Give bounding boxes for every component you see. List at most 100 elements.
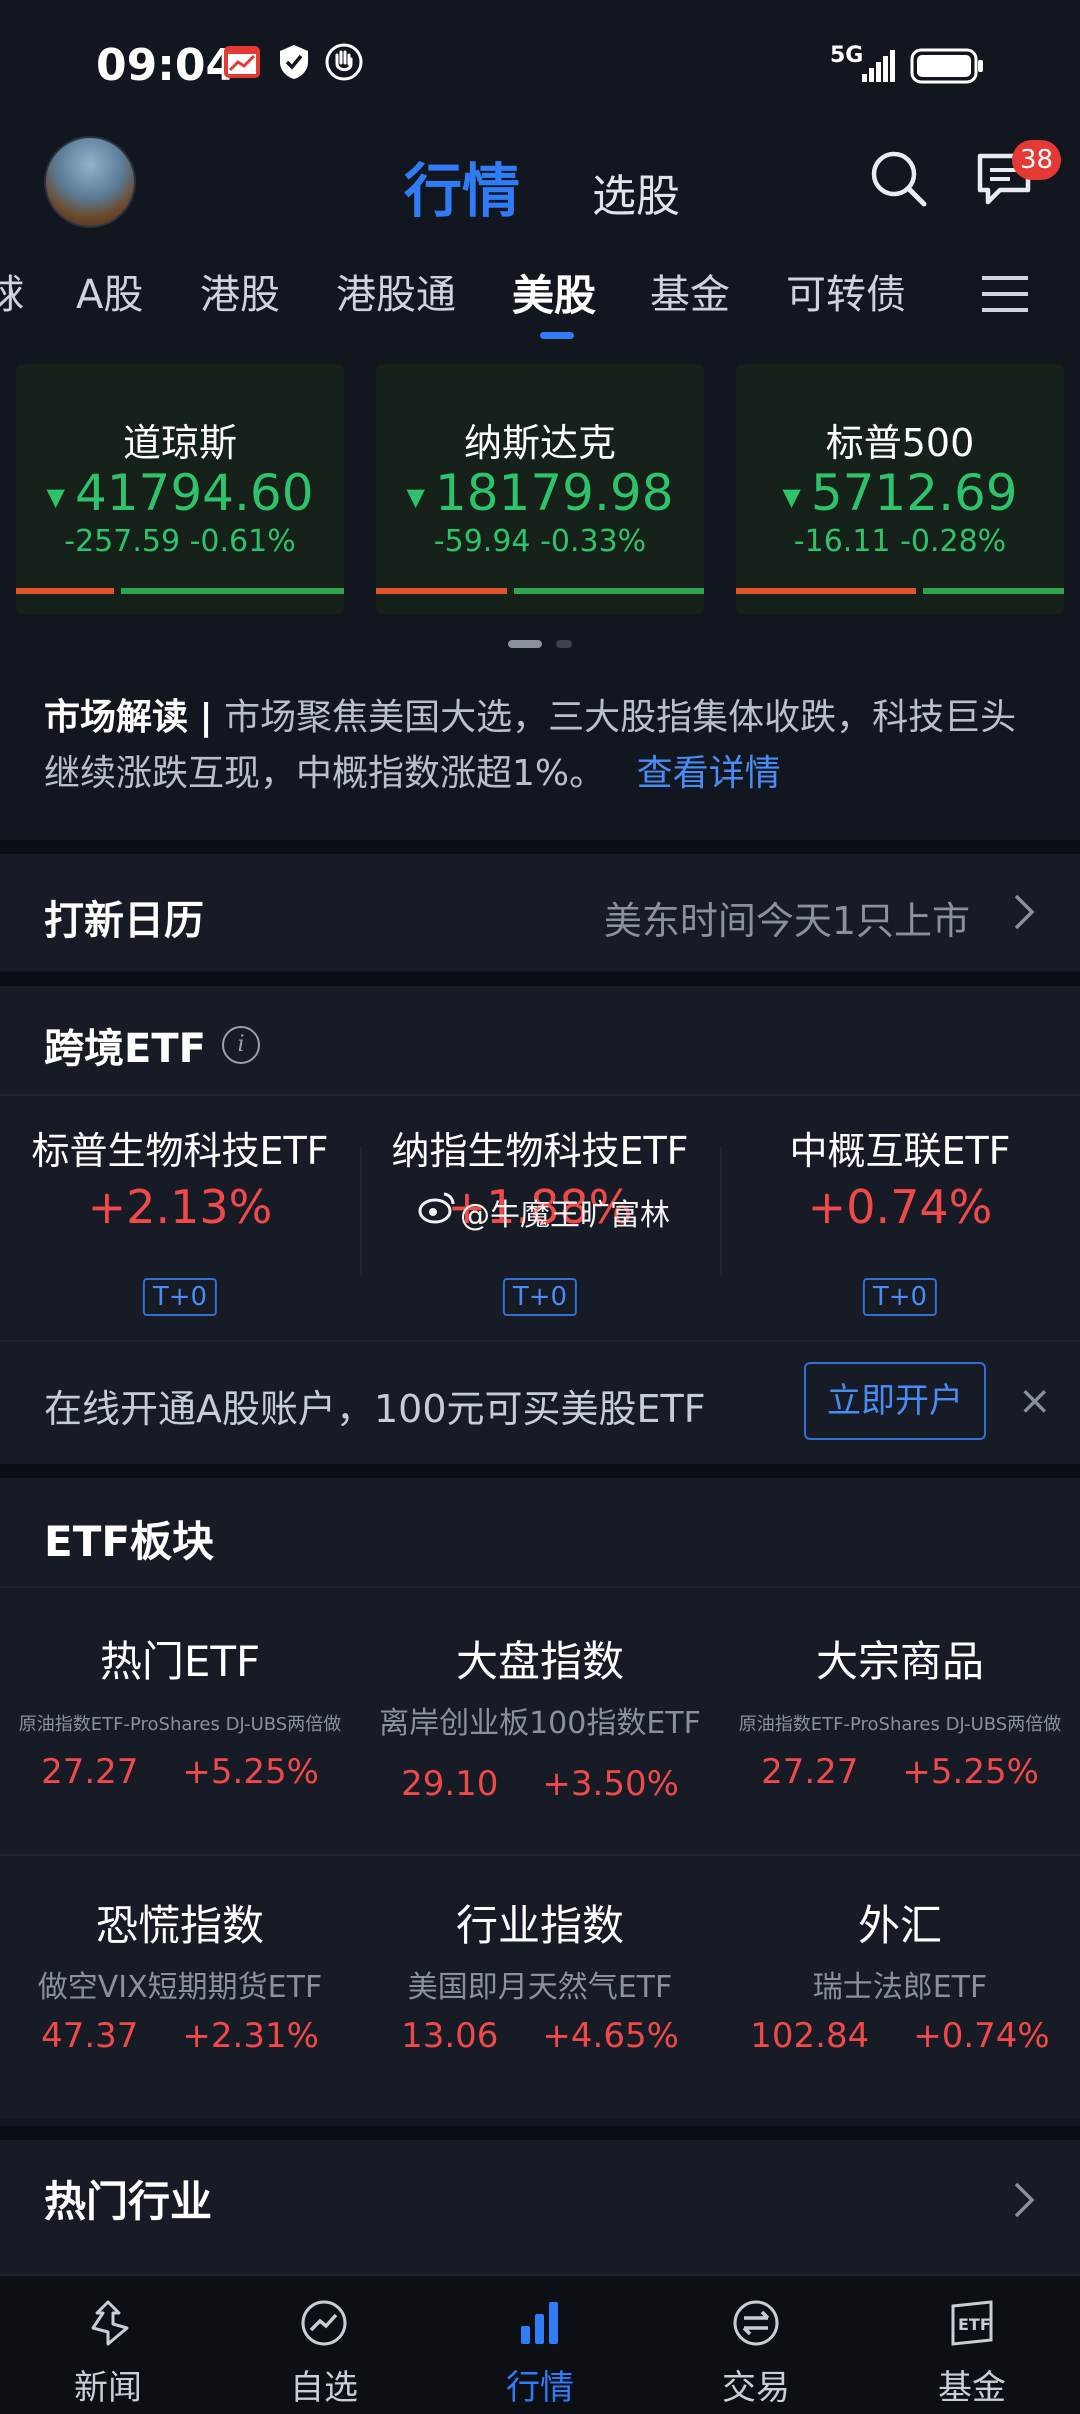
sector-desc: 原油指数ETF-ProShares DJ-UBS两倍做: [18, 1714, 342, 1735]
etf-name: 标普生物科技ETF: [31, 1129, 329, 1173]
sector-name: 热门ETF: [99, 1637, 261, 1686]
index-value: ▼ 41794.60: [46, 464, 314, 522]
carousel-pager: [508, 640, 578, 650]
nav-market[interactable]: 行情: [432, 2276, 648, 2414]
hand-icon: [324, 42, 364, 82]
cross-border-etf-section: 跨境ETF i 标普生物科技ETF +2.13% T+0 纳指生物科技ETF +…: [0, 986, 1080, 1342]
search-icon[interactable]: [866, 146, 930, 210]
tab-stock-picker[interactable]: 选股: [592, 160, 680, 224]
etf-name: 中概互联ETF: [789, 1129, 1011, 1173]
nav-trade[interactable]: 交易: [648, 2276, 864, 2414]
nav-watchlist[interactable]: 自选: [216, 2276, 432, 2414]
sector-values: 13.06 +4.65%: [401, 2016, 679, 2056]
sector-item-fear-index[interactable]: 恐慌指数 做空VIX短期期货ETF 47.37 +2.31%: [0, 1892, 360, 2092]
index-name: 道琼斯: [122, 421, 237, 465]
index-card-sp500[interactable]: 标普500 ▼ 5712.69 -16.11 -0.28%: [736, 364, 1064, 614]
calendar-app-icon: [222, 42, 262, 82]
tab-global[interactable]: 球: [0, 262, 24, 320]
tab-a-shares[interactable]: A股: [76, 262, 143, 320]
etf-sector-section: ETF板块 热门ETF 原油指数ETF-ProShares DJ-UBS两倍做 …: [0, 1478, 1080, 2118]
sector-item-hot-etf[interactable]: 热门ETF 原油指数ETF-ProShares DJ-UBS两倍做 27.27 +…: [0, 1628, 360, 1828]
sector-item-broad-index[interactable]: 大盘指数 离岸创业板100指数ETF 29.10 +3.50%: [360, 1628, 720, 1828]
avatar[interactable]: [44, 136, 136, 228]
t0-badge: T+0: [502, 1278, 578, 1316]
section-divider: [0, 840, 1080, 854]
index-name: 标普500: [825, 421, 975, 465]
sector-desc: 做空VIX短期期货ETF: [37, 1970, 323, 2005]
down-triangle-icon: ▼: [406, 482, 425, 511]
down-triangle-icon: ▼: [46, 482, 65, 511]
index-value: ▼ 5712.69: [782, 464, 1018, 522]
market-commentary-divider: |: [199, 697, 213, 738]
etf-sector-title: ETF板块: [44, 1517, 215, 1566]
tab-us-shares[interactable]: 美股: [512, 262, 596, 323]
close-icon[interactable]: ×: [1018, 1378, 1052, 1424]
ipo-calendar-title: 打新日历: [44, 898, 204, 944]
advance-decline-bar: [16, 588, 344, 594]
ipo-calendar-row[interactable]: 打新日历 美东时间今天1只上市: [0, 854, 1080, 970]
menu-icon[interactable]: [980, 272, 1030, 316]
market-commentary-text: 市场聚焦美国大选，三大股指集体收跌，科技巨头继续涨跌互现，中概指数涨超1%。: [44, 697, 1017, 794]
message-badge: 38: [1012, 140, 1062, 180]
sector-desc: 美国即月天然气ETF: [407, 1970, 673, 2005]
network-5g-label: 5G: [830, 43, 864, 68]
sector-values: 47.37 +2.31%: [41, 2016, 319, 2056]
tab-hk-shares[interactable]: 港股: [200, 262, 280, 320]
sector-desc: 离岸创业板100指数ETF: [379, 1706, 701, 1741]
active-tab-indicator: [540, 332, 574, 339]
sector-desc: 瑞士法郎ETF: [812, 1970, 988, 2005]
t0-badge: T+0: [142, 1278, 218, 1316]
chevron-right-icon: [1012, 2180, 1036, 2220]
weibo-icon: [418, 1190, 456, 1228]
svg-text:ETF: ETF: [958, 2315, 991, 2334]
sector-name: 大宗商品: [815, 1637, 984, 1686]
view-details-link[interactable]: 查看详情: [637, 753, 781, 794]
index-change: -16.11 -0.28%: [793, 524, 1007, 559]
divider: [0, 1586, 1080, 1588]
tab-funds[interactable]: 基金: [650, 262, 730, 320]
divider: [0, 1854, 1080, 1856]
etf-item[interactable]: 中概互联ETF +0.74% T+0: [720, 1110, 1080, 1330]
index-change: -257.59 -0.61%: [64, 524, 296, 559]
watermark-text: @牛魔王旷富林: [460, 1198, 670, 1233]
open-account-button[interactable]: 立即开户: [804, 1362, 986, 1440]
market-commentary: 市场解读 | 市场聚焦美国大选，三大股指集体收跌，科技巨头继续涨跌互现，中概指数…: [44, 690, 1034, 802]
nav-funds[interactable]: ETF 基金: [864, 2276, 1080, 2414]
tab-hk-connect[interactable]: 港股通: [336, 262, 456, 320]
trend-circle-icon: [299, 2298, 349, 2348]
tab-market[interactable]: 行情: [404, 144, 520, 228]
index-value: ▼ 18179.98: [406, 464, 674, 522]
shield-icon: [274, 42, 314, 82]
cross-border-etf-title: 跨境ETF: [44, 1026, 206, 1072]
sector-item-industry-index[interactable]: 行业指数 美国即月天然气ETF 13.06 +4.65%: [360, 1892, 720, 2092]
divider: [0, 1094, 1080, 1096]
etf-item[interactable]: 标普生物科技ETF +2.13% T+0: [0, 1110, 360, 1330]
sector-values: 27.27 +5.25%: [41, 1752, 319, 1792]
sector-item-forex[interactable]: 外汇 瑞士法郎ETF 102.84 +0.74%: [720, 1892, 1080, 2092]
market-commentary-label: 市场解读: [44, 697, 189, 738]
section-divider: [0, 1464, 1080, 1478]
sector-desc: 原油指数ETF-ProShares DJ-UBS两倍做: [738, 1714, 1062, 1735]
sector-name: 大盘指数: [455, 1637, 624, 1686]
tab-convertible-bonds[interactable]: 可转债: [786, 262, 906, 320]
signal-icon: [862, 48, 896, 88]
account-promo-banner: 在线开通A股账户，100元可买美股ETF 立即开户 ×: [0, 1340, 1080, 1464]
info-icon[interactable]: i: [222, 1026, 260, 1064]
promo-text: 在线开通A股账户，100元可买美股ETF: [44, 1387, 706, 1431]
index-card-nasdaq[interactable]: 纳斯达克 ▼ 18179.98 -59.94 -0.33%: [376, 364, 704, 614]
bar-chart-icon: [515, 2298, 565, 2348]
sector-name: 行业指数: [455, 1901, 624, 1950]
exchange-icon: [731, 2298, 781, 2348]
hot-industry-title: 热门行业: [44, 2177, 213, 2226]
advance-decline-bar: [736, 588, 1064, 594]
sector-item-commodities[interactable]: 大宗商品 原油指数ETF-ProShares DJ-UBS两倍做 27.27 +5…: [720, 1628, 1080, 1828]
down-triangle-icon: ▼: [782, 482, 801, 511]
index-card-dow-jones[interactable]: 道琼斯 ▼ 41794.60 -257.59 -0.61%: [16, 364, 344, 614]
sector-name: 恐慌指数: [95, 1901, 264, 1950]
battery-icon: [910, 48, 986, 88]
news-icon: [83, 2298, 133, 2348]
etf-percent: +2.13%: [87, 1180, 273, 1234]
nav-news[interactable]: 新闻: [0, 2276, 216, 2414]
market-tabs: 球 A股 港股 港股通 美股 基金 可转债: [0, 262, 1080, 342]
hot-industry-row[interactable]: 热门行业: [0, 2140, 1080, 2276]
